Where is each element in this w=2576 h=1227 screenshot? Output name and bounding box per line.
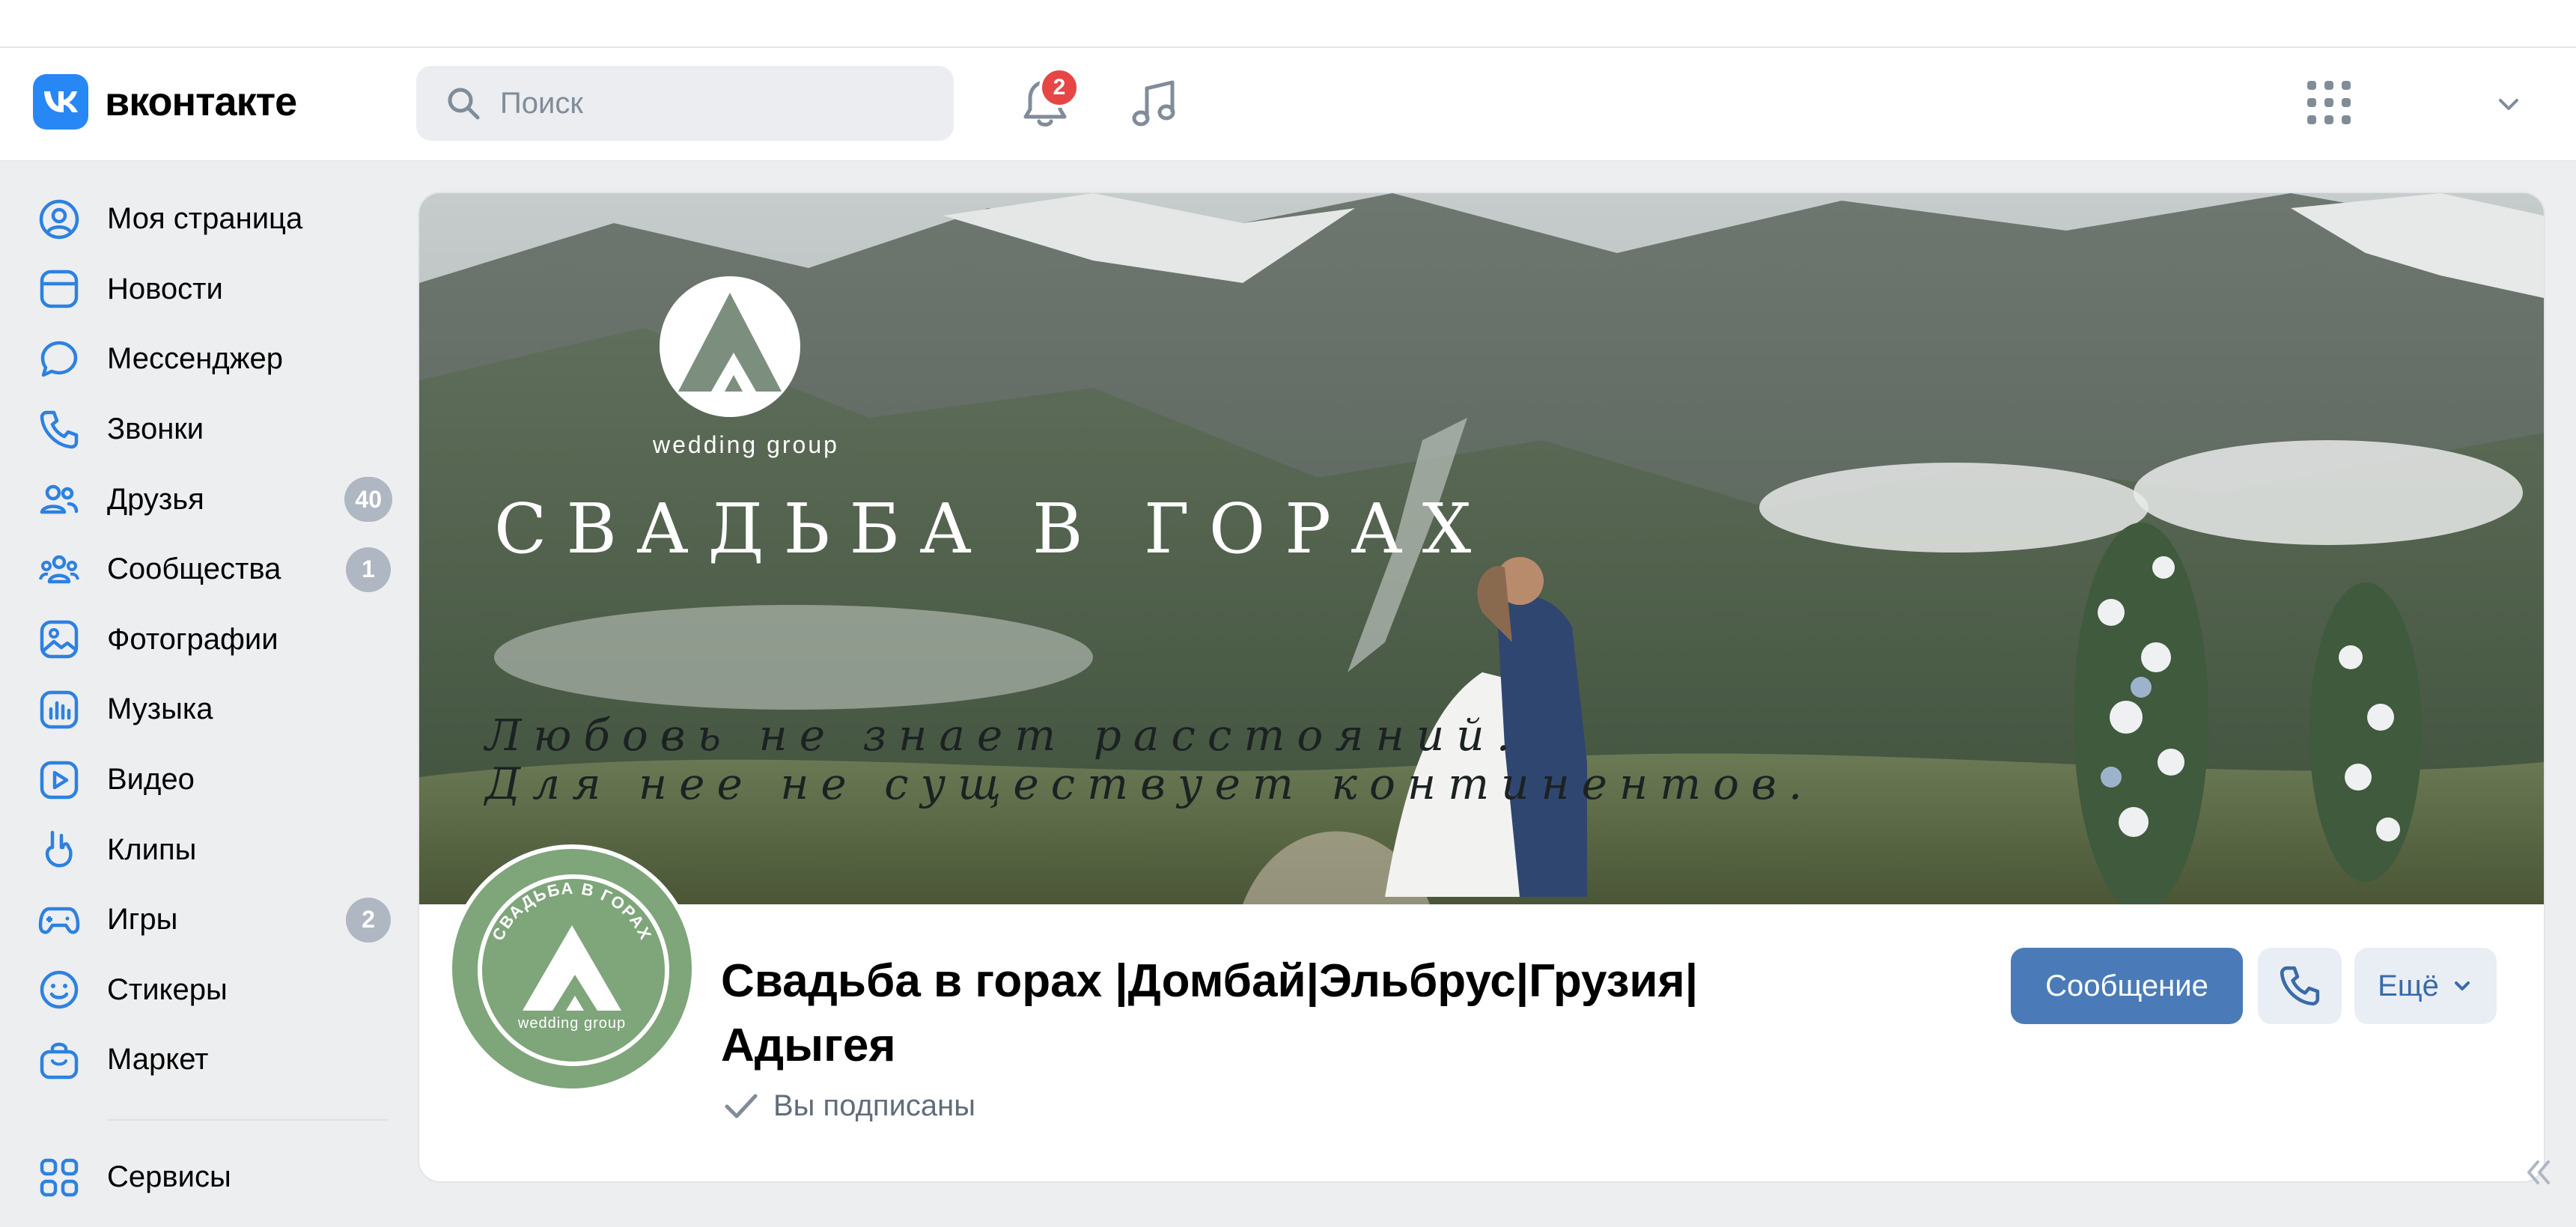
- sidebar-item-label: Видео: [107, 763, 195, 797]
- sidebar-item-messenger[interactable]: Мессенджер: [0, 324, 404, 395]
- friends-count-badge: 40: [344, 477, 392, 523]
- search-icon: [448, 88, 480, 120]
- cover-title: СВАДЬБА В ГОРАХ: [494, 489, 1491, 569]
- flower-arch-left: [2074, 523, 2208, 904]
- clips-icon: [46, 830, 73, 868]
- games-icon: [38, 907, 80, 934]
- avatar-logo-icon: [523, 925, 621, 1011]
- games-count-badge: 2: [346, 897, 391, 943]
- phone-icon: [40, 410, 79, 448]
- music-icon: [40, 690, 79, 729]
- search-input[interactable]: [499, 85, 921, 121]
- communities-count-badge: 1: [346, 546, 391, 592]
- friends-icon: [40, 484, 79, 514]
- sidebar-nav: Моя страница Новости Мессенджер Звонки Д…: [0, 184, 404, 1095]
- more-label: Ещё: [2378, 969, 2439, 1002]
- notifications-badge: 2: [1039, 67, 1080, 108]
- sidebar-item-label: Сообщества: [107, 552, 281, 586]
- search-box[interactable]: [416, 66, 954, 141]
- sidebar-item-label: Мессенджер: [107, 342, 283, 376]
- cover-image: wedding group СВАДЬБА В ГОРАХ Любовь не …: [419, 193, 2544, 904]
- sidebar-item-video[interactable]: Видео: [0, 745, 404, 815]
- cover-brand-text: wedding group: [653, 431, 839, 458]
- sidebar-item-friends[interactable]: Друзья 40: [0, 464, 404, 535]
- sidebar-item-label: Моя страница: [107, 202, 303, 236]
- sidebar-item-news[interactable]: Новости: [0, 255, 404, 325]
- sidebar-item-label: Стикеры: [107, 972, 228, 1006]
- avatar[interactable]: СВАДЬБА В ГОРАХ wedding group: [452, 849, 692, 1089]
- music-player-icon[interactable]: [1124, 75, 1184, 135]
- chevron-down-icon: [2454, 981, 2470, 990]
- sidebar-item-label: Маркет: [107, 1043, 209, 1077]
- sidebar-item-games[interactable]: Игры 2: [0, 885, 404, 955]
- browser-top-strip: [0, 0, 2576, 48]
- chevron-down-icon[interactable]: [2493, 88, 2524, 120]
- double-chevron-left-icon[interactable]: [2518, 1153, 2557, 1192]
- sidebar-divider: [107, 1119, 387, 1121]
- apps-grid-icon[interactable]: [2304, 78, 2354, 127]
- call-button[interactable]: [2258, 948, 2342, 1024]
- subscription-label: Вы подписаны: [773, 1089, 975, 1122]
- vk-logo-icon: [33, 74, 88, 130]
- sidebar-item-calls[interactable]: Звонки: [0, 395, 404, 465]
- services-icon: [40, 1158, 79, 1197]
- sidebar-item-photos[interactable]: Фотографии: [0, 605, 404, 675]
- sidebar-item-label: Звонки: [107, 412, 204, 446]
- more-button[interactable]: Ещё: [2354, 948, 2497, 1024]
- sidebar-item-my-page[interactable]: Моя страница: [0, 184, 404, 255]
- sidebar-item-services[interactable]: Сервисы: [0, 1142, 404, 1212]
- cover-script-line-1: Любовь не знает расстояний.: [485, 710, 1523, 761]
- sidebar-item-label: Новости: [107, 272, 223, 305]
- group-header-card: wedding group СВАДЬБА В ГОРАХ Любовь не …: [419, 193, 2544, 1181]
- vk-logo[interactable]: вконтакте: [33, 74, 297, 130]
- cover-script-line-2: Для нее не существует континентов.: [485, 758, 1815, 809]
- sidebar-item-label: Фотографии: [107, 622, 278, 656]
- stickers-icon: [40, 971, 79, 1009]
- sidebar-item-label: Сервисы: [107, 1160, 231, 1193]
- phone-icon: [2280, 966, 2320, 1006]
- sidebar-item-communities[interactable]: Сообщества 1: [0, 535, 404, 605]
- sidebar-item-label: Игры: [107, 903, 178, 937]
- logo-text: вконтакте: [105, 79, 297, 124]
- message-button[interactable]: Сообщение: [2011, 948, 2243, 1024]
- cover-logo-icon: [660, 276, 800, 417]
- video-icon: [40, 761, 79, 799]
- user-circle-icon: [39, 199, 79, 240]
- sidebar-item-clips[interactable]: Клипы: [0, 815, 404, 885]
- sidebar-item-label: Музыка: [107, 692, 213, 726]
- message-icon: [40, 341, 78, 377]
- flower-arch-right: [2309, 582, 2422, 882]
- sidebar-item-market[interactable]: Маркет: [0, 1025, 404, 1095]
- subscription-status[interactable]: Вы подписаны: [721, 1086, 975, 1126]
- photos-icon: [40, 621, 79, 659]
- news-icon: [40, 270, 79, 308]
- check-icon: [725, 1094, 758, 1118]
- avatar-brand-text: wedding group: [517, 1015, 627, 1032]
- sidebar-item-music[interactable]: Музыка: [0, 675, 404, 745]
- group-name: Свадьба в горах |Домбай|Эльбрус|Грузия| …: [721, 955, 1699, 1071]
- market-icon: [40, 1042, 79, 1080]
- sidebar-item-stickers[interactable]: Стикеры: [0, 955, 404, 1026]
- communities-icon: [39, 555, 79, 584]
- sidebar-item-label: Клипы: [107, 832, 197, 866]
- sidebar-item-label: Друзья: [107, 482, 204, 516]
- top-header: вконтакте 2: [0, 48, 2576, 162]
